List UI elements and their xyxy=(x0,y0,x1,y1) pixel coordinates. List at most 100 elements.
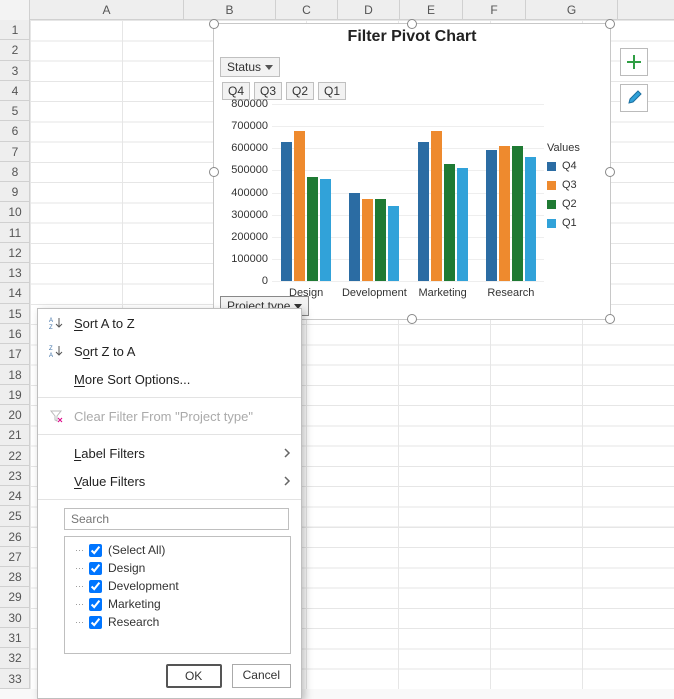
chart-series-button[interactable]: Q2 xyxy=(286,82,314,100)
legend-swatch xyxy=(547,162,556,171)
row-header[interactable]: 33 xyxy=(0,669,30,689)
chart-bar[interactable] xyxy=(362,199,373,281)
row-header[interactable]: 18 xyxy=(0,365,30,385)
chart-bar[interactable] xyxy=(281,142,292,281)
chart-bar[interactable] xyxy=(388,206,399,281)
chart-bar[interactable] xyxy=(349,193,360,282)
row-header[interactable]: 2 xyxy=(0,40,30,60)
legend-entry[interactable]: Q1 xyxy=(547,217,602,229)
chart-bar[interactable] xyxy=(294,131,305,281)
filter-item[interactable]: ⋯Marketing xyxy=(71,595,284,613)
chart-field-button-status-label: Status xyxy=(227,60,261,74)
legend-entry[interactable]: Q4 xyxy=(547,160,602,172)
row-header[interactable]: 14 xyxy=(0,283,30,303)
row-header[interactable]: 1 xyxy=(0,20,30,40)
chart-legend-items: Q4 Q3 Q2 Q1 xyxy=(547,160,602,229)
row-header[interactable]: 6 xyxy=(0,121,30,141)
menu-sort-ascending[interactable]: AZ Sort A to Z xyxy=(38,309,301,337)
chart-bar[interactable] xyxy=(486,150,497,281)
row-header[interactable]: 13 xyxy=(0,263,30,283)
column-header[interactable]: E xyxy=(400,0,463,20)
filter-item[interactable]: ⋯Development xyxy=(71,577,284,595)
chart-title[interactable]: Filter Pivot Chart xyxy=(214,28,610,46)
sort-desc-icon: ZA xyxy=(48,343,64,359)
row-header[interactable]: 3 xyxy=(0,61,30,81)
chart-bar[interactable] xyxy=(418,142,429,281)
resize-handle-e[interactable] xyxy=(605,167,615,177)
row-header[interactable]: 21 xyxy=(0,425,30,445)
row-header[interactable]: 25 xyxy=(0,506,30,526)
row-header[interactable]: 8 xyxy=(0,162,30,182)
chart-category-group: Design xyxy=(272,104,340,281)
menu-label-filters-label: Label Filters xyxy=(74,446,145,461)
menu-label-filters[interactable]: Label Filters xyxy=(38,439,301,467)
row-header[interactable]: 32 xyxy=(0,648,30,668)
filter-item[interactable]: ⋯Design xyxy=(71,559,284,577)
filter-item-checkbox[interactable] xyxy=(89,598,102,611)
row-header[interactable]: 30 xyxy=(0,608,30,628)
resize-handle-s[interactable] xyxy=(407,314,417,324)
filter-item-list[interactable]: ⋯(Select All)⋯Design⋯Development⋯Marketi… xyxy=(64,536,291,654)
filter-item-checkbox[interactable] xyxy=(89,562,102,575)
chart-bar[interactable] xyxy=(444,164,455,281)
row-header[interactable]: 17 xyxy=(0,344,30,364)
row-header[interactable]: 26 xyxy=(0,527,30,547)
legend-entry[interactable]: Q3 xyxy=(547,179,602,191)
filter-item[interactable]: ⋯(Select All) xyxy=(71,541,284,559)
row-header[interactable]: 15 xyxy=(0,304,30,324)
chart-bar[interactable] xyxy=(307,177,318,281)
column-header[interactable]: A xyxy=(30,0,184,20)
ok-button[interactable]: OK xyxy=(166,664,222,688)
column-header[interactable]: F xyxy=(463,0,526,20)
row-header[interactable]: 10 xyxy=(0,202,30,222)
chart-bar[interactable] xyxy=(375,199,386,281)
cancel-button[interactable]: Cancel xyxy=(232,664,291,688)
filter-search-input[interactable] xyxy=(64,508,289,530)
select-all-corner[interactable] xyxy=(0,0,30,20)
menu-more-sort[interactable]: More Sort Options... xyxy=(38,365,301,393)
resize-handle-se[interactable] xyxy=(605,314,615,324)
menu-sort-descending[interactable]: ZA Sort Z to A xyxy=(38,337,301,365)
row-header[interactable]: 5 xyxy=(0,101,30,121)
chart-elements-button[interactable] xyxy=(620,48,648,76)
chart-category-group: Marketing xyxy=(409,104,477,281)
filter-item-checkbox[interactable] xyxy=(89,616,102,629)
row-header[interactable]: 28 xyxy=(0,567,30,587)
filter-item-checkbox[interactable] xyxy=(89,544,102,557)
row-header[interactable]: 9 xyxy=(0,182,30,202)
column-header[interactable]: D xyxy=(338,0,400,20)
chart-field-button-status[interactable]: Status xyxy=(220,57,280,77)
menu-value-filters[interactable]: Value Filters xyxy=(38,467,301,495)
row-header[interactable]: 12 xyxy=(0,243,30,263)
chart-bar[interactable] xyxy=(320,179,331,281)
chart-bar[interactable] xyxy=(525,157,536,281)
pivot-chart[interactable]: Filter Pivot Chart Status Q4Q3Q2Q1 01000… xyxy=(213,23,611,320)
row-header[interactable]: 23 xyxy=(0,466,30,486)
chart-bar[interactable] xyxy=(499,146,510,281)
row-header[interactable]: 31 xyxy=(0,628,30,648)
row-header[interactable]: 20 xyxy=(0,405,30,425)
row-header[interactable]: 16 xyxy=(0,324,30,344)
row-header[interactable]: 19 xyxy=(0,385,30,405)
row-header[interactable]: 4 xyxy=(0,81,30,101)
column-header[interactable]: B xyxy=(184,0,276,20)
row-header[interactable]: 11 xyxy=(0,223,30,243)
tree-lines-icon: ⋯ xyxy=(71,581,83,592)
row-header[interactable]: 22 xyxy=(0,446,30,466)
resize-handle-w[interactable] xyxy=(209,167,219,177)
row-header[interactable]: 29 xyxy=(0,587,30,607)
filter-item[interactable]: ⋯Research xyxy=(71,613,284,631)
chart-styles-button[interactable] xyxy=(620,84,648,112)
column-header[interactable]: G xyxy=(526,0,618,20)
chart-bar[interactable] xyxy=(457,168,468,281)
filter-item-checkbox[interactable] xyxy=(89,580,102,593)
column-header[interactable]: C xyxy=(276,0,338,20)
chart-series-button[interactable]: Q1 xyxy=(318,82,346,100)
chart-bar[interactable] xyxy=(512,146,523,281)
row-header[interactable]: 27 xyxy=(0,547,30,567)
chart-bar[interactable] xyxy=(431,131,442,281)
row-header[interactable]: 24 xyxy=(0,486,30,506)
row-header[interactable]: 7 xyxy=(0,142,30,162)
legend-entry[interactable]: Q2 xyxy=(547,198,602,210)
chart-gridline xyxy=(272,281,544,282)
